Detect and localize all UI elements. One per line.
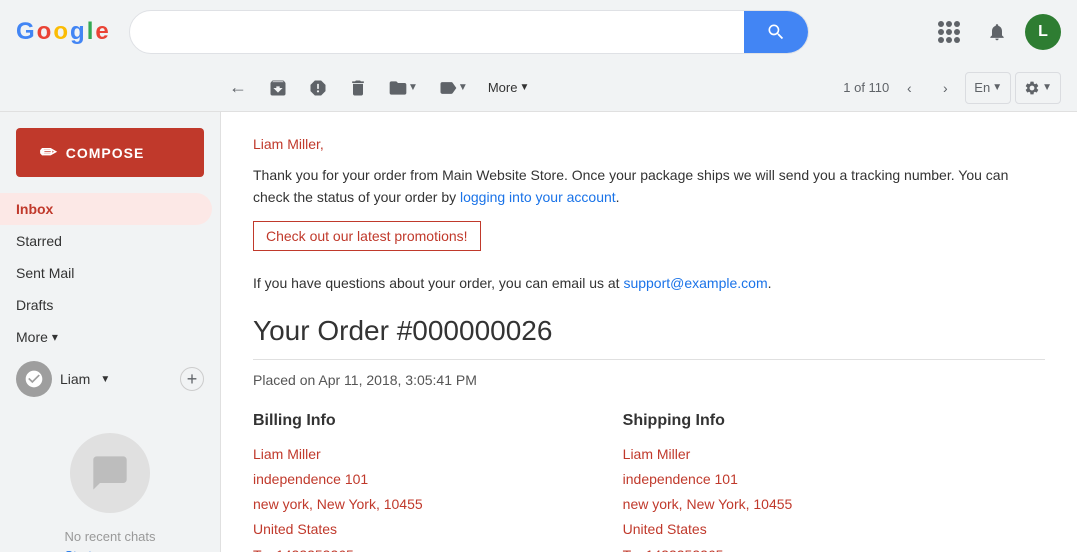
lang-dropdown-icon: ▼ <box>992 82 1002 93</box>
no-chats-text: No recent chats <box>16 529 204 544</box>
shipping-address1: independence 101 <box>623 471 738 487</box>
more-dropdown-icon: ▼ <box>519 82 529 93</box>
main-layout: ✏ COMPOSE Inbox Starred Sent Mail Drafts… <box>0 112 1077 552</box>
add-account-button[interactable]: + <box>180 367 204 391</box>
starred-label: Starred <box>16 233 62 249</box>
apps-button[interactable] <box>929 12 969 52</box>
toolbar: ← ▼ ▼ More ▼ 1 of 110 ‹ › En ▼ ▼ <box>0 64 1077 112</box>
email-body-1: Thank you for your order from Main Websi… <box>253 164 1045 209</box>
next-icon: › <box>943 80 948 96</box>
prev-icon: ‹ <box>907 80 912 96</box>
account-name: Liam <box>60 371 90 387</box>
page-navigation: 1 of 110 ‹ › En ▼ ▼ <box>843 72 1061 104</box>
sent-label: Sent Mail <box>16 265 74 281</box>
language-button[interactable]: En ▼ <box>965 72 1011 104</box>
more-button[interactable]: More ▼ <box>480 70 538 106</box>
email-content: Liam Miller, Thank you for your order fr… <box>220 112 1077 552</box>
email-support: If you have questions about your order, … <box>253 275 1045 291</box>
lang-label: En <box>974 80 990 95</box>
archive-button[interactable] <box>260 70 296 106</box>
sidebar-item-starred[interactable]: Starred <box>0 225 212 257</box>
billing-phone: T: +1423253265 <box>253 547 354 552</box>
next-page-button[interactable]: › <box>929 72 961 104</box>
support-end: . <box>768 275 772 291</box>
order-date: Placed on Apr 11, 2018, 3:05:41 PM <box>253 372 1045 388</box>
order-title: Your Order #000000026 <box>253 315 1045 347</box>
account-bar[interactable]: Liam ▼ + <box>0 353 220 405</box>
search-button[interactable] <box>744 11 808 53</box>
billing-name: Liam Miller <box>253 446 321 462</box>
email-body-text: Thank you for your order from Main Websi… <box>253 167 1008 205</box>
support-email-link[interactable]: support@example.com <box>623 275 767 291</box>
account-dropdown-icon: ▼ <box>100 374 110 385</box>
compose-plus-icon: ✏ <box>40 140 58 165</box>
user-avatar[interactable]: L <box>1025 14 1061 50</box>
order-divider <box>253 359 1045 360</box>
billing-address1: independence 101 <box>253 471 368 487</box>
delete-button[interactable] <box>340 70 376 106</box>
billing-section: Billing Info Liam Miller independence 10… <box>253 412 423 552</box>
notifications-button[interactable] <box>977 12 1017 52</box>
inbox-label: Inbox <box>16 201 53 217</box>
email-greeting: Liam Miller, <box>253 136 1045 152</box>
promo-button-wrapper: Check out our latest promotions! <box>253 221 1045 263</box>
spam-button[interactable] <box>300 70 336 106</box>
shipping-heading: Shipping Info <box>623 412 793 430</box>
shipping-country: United States <box>623 521 707 537</box>
account-avatar <box>16 361 52 397</box>
sidebar-item-sent[interactable]: Sent Mail <box>0 257 212 289</box>
search-input[interactable] <box>130 23 744 41</box>
move-dropdown-icon: ▼ <box>408 82 418 93</box>
sidebar-item-drafts[interactable]: Drafts <box>0 289 212 321</box>
google-logo: Google <box>16 18 109 46</box>
prev-page-button[interactable]: ‹ <box>893 72 925 104</box>
settings-button[interactable]: ▼ <box>1015 72 1061 104</box>
chat-section: No recent chats Start a new one <box>0 405 220 552</box>
compose-label: COMPOSE <box>66 145 145 161</box>
order-info: Billing Info Liam Miller independence 10… <box>253 412 1045 552</box>
compose-button[interactable]: ✏ COMPOSE <box>16 128 204 177</box>
promo-button[interactable]: Check out our latest promotions! <box>253 221 481 251</box>
drafts-label: Drafts <box>16 297 53 313</box>
apps-grid-icon <box>938 21 960 43</box>
shipping-name: Liam Miller <box>623 446 691 462</box>
email-body-end: . <box>616 189 620 205</box>
chat-avatar-placeholder <box>70 433 150 513</box>
start-chat-link[interactable]: Start a new one <box>16 548 204 552</box>
page-info: 1 of 110 <box>843 80 889 95</box>
billing-address2: new york, New York, 10455 <box>253 496 423 512</box>
login-link[interactable]: logging into your account <box>460 189 616 205</box>
shipping-section: Shipping Info Liam Miller independence 1… <box>623 412 793 552</box>
back-button[interactable]: ← <box>220 70 256 106</box>
more-nav-arrow: ▾ <box>52 330 58 344</box>
search-bar <box>129 10 809 54</box>
add-icon: + <box>187 369 198 390</box>
billing-details: Liam Miller independence 101 new york, N… <box>253 442 423 552</box>
shipping-address2: new york, New York, 10455 <box>623 496 793 512</box>
settings-dropdown-icon: ▼ <box>1042 82 1052 93</box>
top-bar: Google L <box>0 0 1077 64</box>
top-bar-right: L <box>929 12 1061 52</box>
shipping-phone: T: +1423253265 <box>623 547 724 552</box>
move-to-button[interactable]: ▼ <box>380 70 426 106</box>
sidebar-item-inbox[interactable]: Inbox <box>0 193 212 225</box>
label-button[interactable]: ▼ <box>430 70 476 106</box>
support-text: If you have questions about your order, … <box>253 275 623 291</box>
more-nav-label: More <box>16 329 48 345</box>
more-label: More <box>488 80 518 95</box>
sidebar: ✏ COMPOSE Inbox Starred Sent Mail Drafts… <box>0 112 220 552</box>
billing-country: United States <box>253 521 337 537</box>
shipping-details: Liam Miller independence 101 new york, N… <box>623 442 793 552</box>
sidebar-more-item[interactable]: More ▾ <box>0 321 212 353</box>
label-dropdown-icon: ▼ <box>458 82 468 93</box>
billing-heading: Billing Info <box>253 412 423 430</box>
back-icon: ← <box>229 77 247 98</box>
